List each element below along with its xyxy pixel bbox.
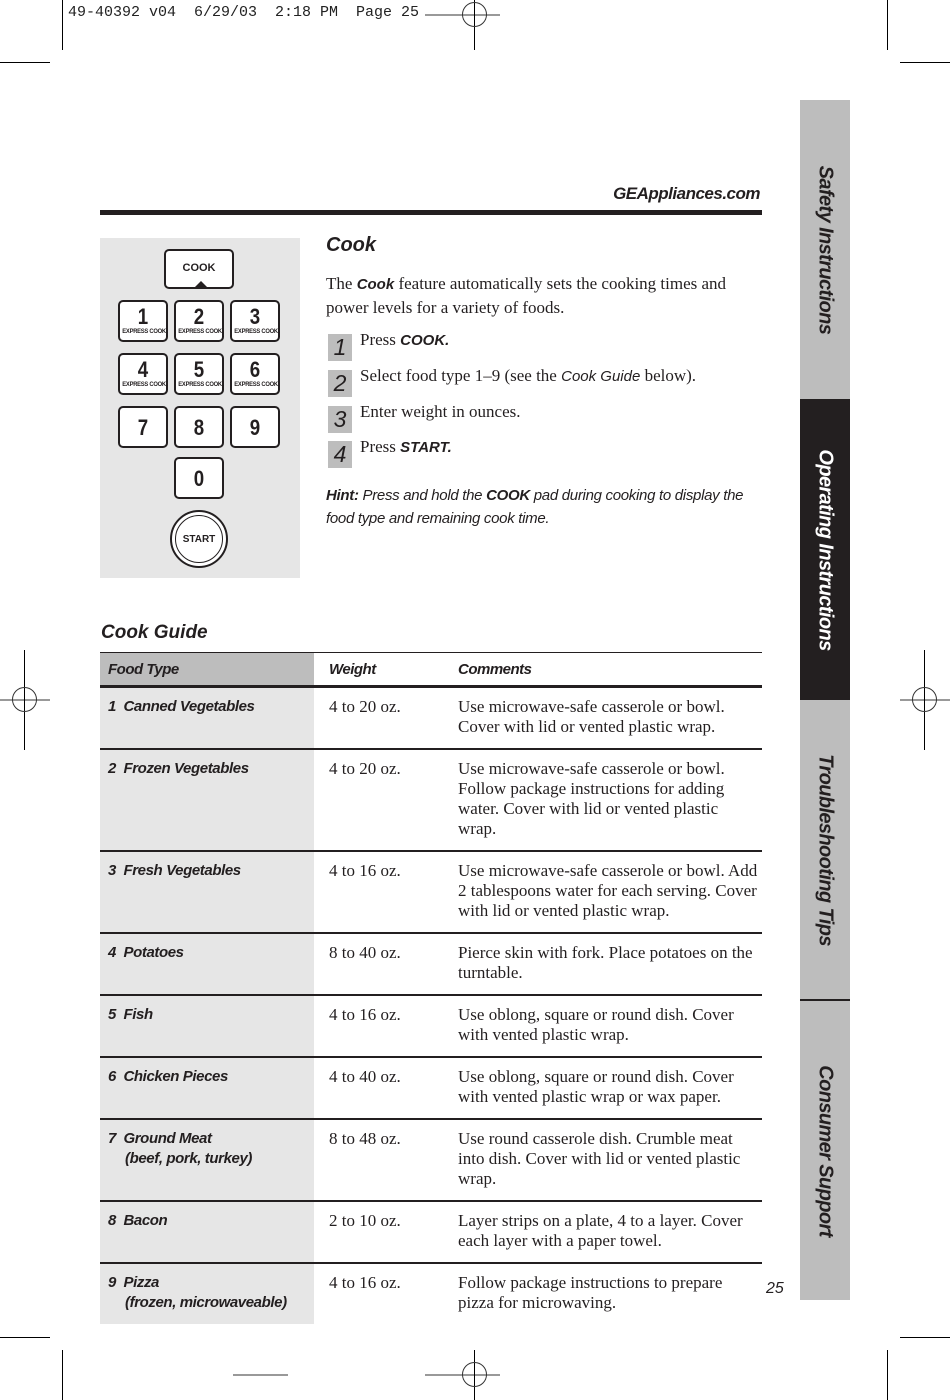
- step-1: 1 Press COOK.: [328, 330, 758, 361]
- number-key-2: 2 EXPRESS COOK: [174, 300, 224, 342]
- food-type-cell: 1 Canned Vegetables: [108, 698, 255, 715]
- food-type-cell: 7 Ground Meat (beef, pork, turkey): [108, 1130, 253, 1167]
- comments-cell: Use microwave-safe casserole or bowl. Co…: [458, 697, 725, 736]
- table-row: 4 Potatoes 8 to 40 oz. Pierce skin with fo…: [100, 934, 762, 996]
- weight-cell: 4 to 40 oz.: [329, 1067, 401, 1086]
- step-number-badge: 3: [328, 406, 352, 433]
- food-type-cell: 9 Pizza (frozen, microwaveable): [108, 1274, 287, 1311]
- weight-cell: 4 to 20 oz.: [329, 759, 401, 778]
- crop-mark: [900, 1337, 950, 1338]
- comments-cell: Use round casserole dish. Crumble meat i…: [458, 1129, 741, 1188]
- header-rule: [100, 210, 762, 215]
- table-header: Food Type Weight Comments: [100, 652, 762, 688]
- step-text: Press START.: [360, 437, 452, 456]
- number-key-9: 9: [230, 406, 280, 448]
- weight-cell: 4 to 16 oz.: [329, 1005, 401, 1024]
- number-key-7: 7: [118, 406, 168, 448]
- food-type-cell: 6 Chicken Pieces: [108, 1068, 228, 1085]
- side-tab-safety-instructions[interactable]: Safety Instructions: [800, 100, 850, 399]
- cook-key: COOK: [164, 249, 234, 289]
- column-header-food-type: Food Type: [108, 661, 179, 678]
- food-type-cell: 2 Frozen Vegetables: [108, 760, 249, 777]
- comments-cell: Pierce skin with fork. Place potatoes on…: [458, 943, 753, 982]
- number-key-3: 3 EXPRESS COOK: [230, 300, 280, 342]
- hint-text: Hint: Press and hold the COOK pad during…: [326, 487, 744, 527]
- number-key-8: 8: [174, 406, 224, 448]
- crop-mark: [0, 62, 50, 63]
- step-text: Press COOK.: [360, 330, 450, 349]
- table-row: 6 Chicken Pieces 4 to 40 oz. Use oblong, s…: [100, 1058, 762, 1120]
- table-row: 7 Ground Meat (beef, pork, turkey) 8 to 48…: [100, 1120, 762, 1202]
- comments-cell: Use oblong, square or round dish. Cover …: [458, 1005, 734, 1044]
- keypad-illustration: COOK 1 EXPRESS COOK 2 EXPRESS COOK 3 EXPRESS …: [100, 238, 300, 578]
- guide-title: Cook Guide: [101, 622, 208, 643]
- comments-cell: Use oblong, square or round dish. Cover …: [458, 1067, 734, 1106]
- food-type-cell: 3 Fresh Vegetables: [108, 862, 241, 879]
- step-4: 4 Press START.: [328, 437, 758, 468]
- section-title: Cook: [326, 234, 376, 256]
- crop-mark: [0, 1337, 50, 1338]
- crop-mark: [887, 1350, 888, 1400]
- weight-cell: 8 to 40 oz.: [329, 943, 401, 962]
- side-tab-troubleshooting-tips[interactable]: Troubleshooting Tips: [800, 700, 850, 999]
- step-3: 3 Enter weight in ounces.: [328, 402, 758, 433]
- table-row: 5 Fish 4 to 16 oz. Use oblong, square or r…: [100, 996, 762, 1058]
- website-header: GEAppliances.com: [613, 184, 760, 203]
- weight-cell: 8 to 48 oz.: [329, 1129, 401, 1148]
- intro-paragraph: The Cook feature automatically sets the …: [326, 274, 727, 317]
- food-type-cell: 8 Bacon: [108, 1212, 168, 1229]
- food-type-cell: 5 Fish: [108, 1006, 153, 1023]
- crop-mark: [887, 0, 888, 50]
- column-header-comments: Comments: [458, 661, 532, 678]
- print-slug: 49-40392 v04 6/29/03 2:18 PM Page 25: [68, 4, 420, 21]
- side-tab-consumer-support[interactable]: Consumer Support: [800, 1001, 850, 1300]
- comments-cell: Layer strips on a plate, 4 to a layer. C…: [458, 1211, 743, 1250]
- table-row: 8 Bacon 2 to 10 oz. Layer strips on a plat…: [100, 1202, 762, 1264]
- cook-guide-table: Food Type Weight Comments 1 Canned Veget…: [100, 652, 762, 1324]
- step-text: Enter weight in ounces.: [360, 402, 521, 421]
- step-text: Select food type 1–9 (see the Cook Guide…: [360, 366, 697, 385]
- food-type-cell: 4 Potatoes: [108, 944, 184, 961]
- crop-mark: [62, 0, 63, 50]
- step-number-badge: 2: [328, 370, 352, 397]
- step-number-badge: 1: [328, 334, 352, 361]
- comments-cell: Use microwave-safe casserole or bowl. Fo…: [458, 759, 725, 838]
- number-key-6: 6 EXPRESS COOK: [230, 353, 280, 395]
- weight-cell: 4 to 20 oz.: [329, 697, 401, 716]
- weight-cell: 2 to 10 oz.: [329, 1211, 401, 1230]
- table-row: 9 Pizza (frozen, microwaveable) 4 to 16 oz…: [100, 1264, 762, 1324]
- step-number-badge: 4: [328, 441, 352, 468]
- crop-mark: [62, 1350, 63, 1400]
- table-row: 3 Fresh Vegetables 4 to 16 oz. Use microwa…: [100, 852, 762, 934]
- pointer-triangle-icon: [194, 281, 208, 288]
- weight-cell: 4 to 16 oz.: [329, 861, 401, 880]
- number-key-4: 4 EXPRESS COOK: [118, 353, 168, 395]
- comments-cell: Follow package instructions to prepare p…: [458, 1273, 723, 1312]
- tab-divider: [800, 999, 850, 1001]
- number-key-0: 0: [174, 457, 224, 499]
- number-key-1: 1 EXPRESS COOK: [118, 300, 168, 342]
- page-number: 25: [766, 1280, 784, 1297]
- step-2: 2 Select food type 1–9 (see the Cook Guid…: [328, 366, 758, 397]
- start-key: START: [170, 510, 228, 568]
- table-row: 1 Canned Vegetables 4 to 20 oz. Use microw…: [100, 688, 762, 750]
- column-header-weight: Weight: [329, 661, 376, 678]
- crop-mark: [900, 62, 950, 63]
- weight-cell: 4 to 16 oz.: [329, 1273, 401, 1292]
- table-row: 2 Frozen Vegetables 4 to 20 oz. Use microw…: [100, 750, 762, 852]
- number-key-5: 5 EXPRESS COOK: [174, 353, 224, 395]
- side-tab-operating-instructions[interactable]: Operating Instructions: [800, 399, 850, 700]
- comments-cell: Use microwave-safe casserole or bowl. Ad…: [458, 861, 758, 920]
